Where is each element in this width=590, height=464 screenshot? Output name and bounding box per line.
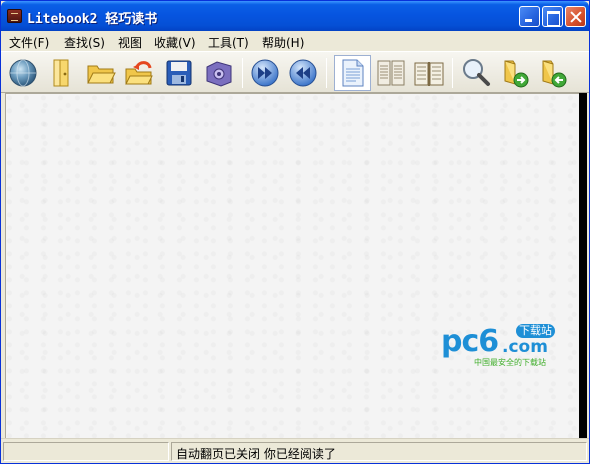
globe-icon[interactable]: [7, 57, 39, 89]
status-pane-main: 自动翻页已关闭 你已经阅读了: [171, 442, 587, 461]
folder-prev-icon[interactable]: [537, 57, 569, 89]
pc6-watermark: pc6 .com 下载站 中国最安全的下载站: [441, 323, 566, 369]
save-icon[interactable]: [163, 57, 195, 89]
menu-view[interactable]: 视图: [118, 34, 142, 51]
watermark-domain: .com: [502, 337, 548, 357]
forward-icon[interactable]: [249, 57, 281, 89]
watermark-tag: 下载站: [516, 324, 555, 338]
menu-help[interactable]: 帮助(H): [262, 34, 304, 51]
open-folder-icon[interactable]: [85, 57, 117, 89]
book-spread-icon[interactable]: [413, 57, 445, 89]
menu-bar: 文件(F) 查找(S) 视图 收藏(V) 工具(T) 帮助(H): [1, 31, 589, 51]
two-page-icon[interactable]: [375, 57, 407, 89]
app-window: Litebook2 轻巧读书 文件(F) 查找(S) 视图 收藏(V) 工具(T…: [0, 0, 590, 464]
back-icon[interactable]: [287, 57, 319, 89]
watermark-slogan: 中国最安全的下载站: [474, 358, 546, 367]
close-button[interactable]: [565, 6, 586, 27]
folder-next-icon[interactable]: [499, 57, 531, 89]
toolbar-separator: [242, 58, 243, 88]
bookmark-door-icon[interactable]: [47, 57, 79, 89]
book-app-icon[interactable]: [7, 9, 22, 23]
watermark-brand: pc6: [441, 324, 499, 359]
menu-find[interactable]: 查找(S): [64, 34, 105, 51]
menu-file[interactable]: 文件(F): [9, 34, 49, 51]
maximize-button[interactable]: [542, 6, 563, 27]
menu-tools[interactable]: 工具(T): [208, 34, 249, 51]
status-text: 自动翻页已关闭 你已经阅读了: [176, 447, 336, 461]
single-page-icon[interactable]: [334, 55, 371, 91]
vertical-scrollbar[interactable]: [579, 93, 587, 438]
toolbar: [1, 51, 589, 93]
status-pane-left: [3, 442, 169, 461]
menu-favorites[interactable]: 收藏(V): [154, 34, 196, 51]
toolbar-separator: [326, 58, 327, 88]
settings-box-icon[interactable]: [203, 57, 235, 89]
title-bar[interactable]: Litebook2 轻巧读书: [1, 1, 589, 31]
toolbar-separator: [452, 58, 453, 88]
reading-area[interactable]: [5, 93, 583, 438]
window-title: Litebook2 轻巧读书: [27, 12, 158, 27]
undo-folder-icon[interactable]: [123, 57, 155, 89]
status-bar: 自动翻页已关闭 你已经阅读了: [1, 438, 589, 463]
search-icon[interactable]: [460, 57, 492, 89]
minimize-button[interactable]: [519, 6, 540, 27]
